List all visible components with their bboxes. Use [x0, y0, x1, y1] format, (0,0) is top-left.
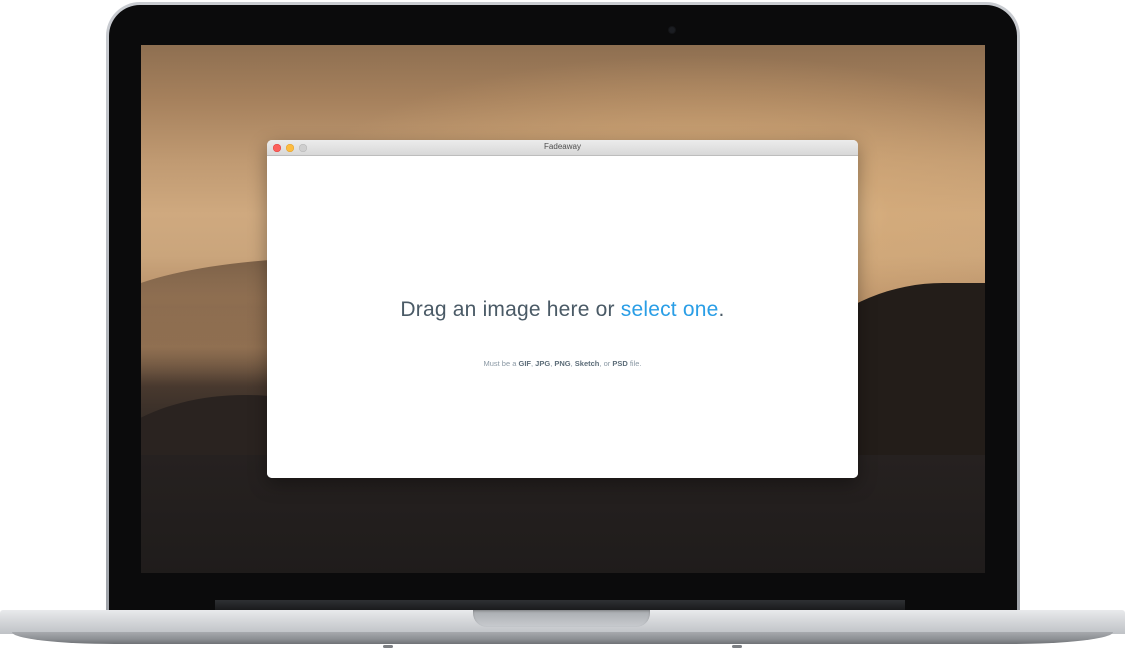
- camera-icon: [669, 27, 675, 33]
- format-gif: GIF: [518, 359, 532, 368]
- app-window: Fadeaway Drag an image here or select on…: [267, 140, 858, 478]
- formats-suffix: file.: [627, 359, 642, 368]
- laptop-mockup: Fadeaway Drag an image here or select on…: [0, 0, 1125, 658]
- laptop-foot: [383, 645, 393, 648]
- window-title: Fadeaway: [544, 142, 581, 151]
- drop-headline-suffix: .: [718, 298, 725, 321]
- format-sketch: Sketch: [574, 359, 600, 368]
- format-psd: PSD: [612, 359, 628, 368]
- select-file-link[interactable]: select one: [621, 298, 719, 321]
- drop-headline-text: Drag an image here or: [400, 298, 621, 321]
- laptop-foot: [732, 645, 742, 648]
- format-jpg: JPG: [535, 359, 551, 368]
- formats-prefix: Must be a: [483, 359, 519, 368]
- laptop-hinge: [215, 600, 905, 610]
- laptop-base-edge: [12, 632, 1113, 644]
- drop-zone[interactable]: Drag an image here or select one. Must b…: [267, 156, 858, 478]
- format-png: PNG: [554, 359, 571, 368]
- laptop-opening-notch: [473, 610, 650, 627]
- window-titlebar[interactable]: Fadeaway: [267, 140, 858, 156]
- drop-headline: Drag an image here or select one.: [267, 298, 858, 322]
- supported-formats-note: Must be a GIF, JPG, PNG, Sketch, or PSD …: [483, 359, 642, 368]
